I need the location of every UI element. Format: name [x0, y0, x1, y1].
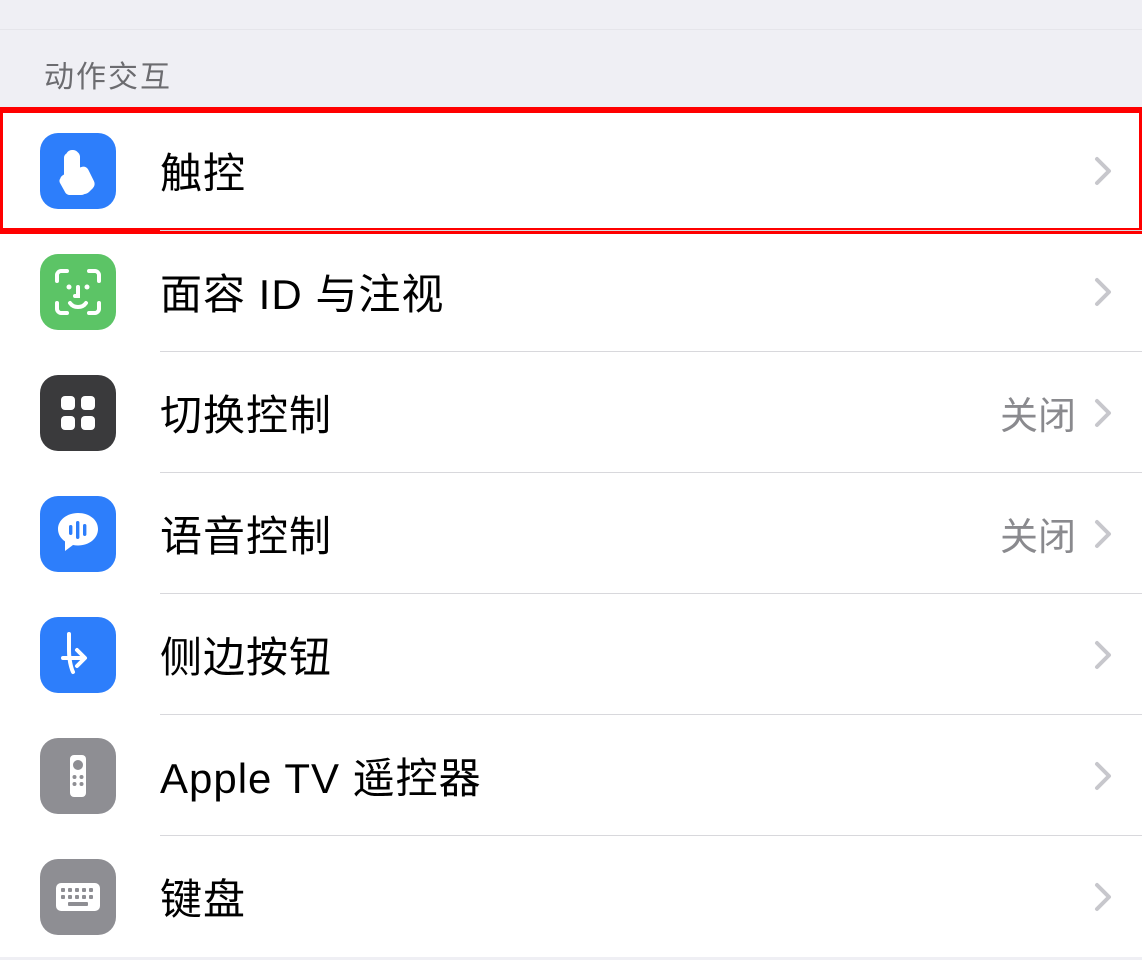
row-label: 侧边按钮	[160, 624, 1094, 685]
chevron-right-icon	[1094, 640, 1112, 670]
settings-list: 触控 面容 ID 与注视	[0, 110, 1142, 957]
row-side-button[interactable]: 侧边按钮	[0, 594, 1142, 715]
voice-control-icon	[40, 496, 116, 572]
row-label: 切换控制	[160, 382, 1000, 443]
touch-icon	[40, 133, 116, 209]
top-spacer	[0, 0, 1142, 30]
chevron-right-icon	[1094, 519, 1112, 549]
row-label: 面容 ID 与注视	[160, 261, 1094, 322]
row-voice-control[interactable]: 语音控制 关闭	[0, 473, 1142, 594]
section-header-label: 动作交互	[44, 61, 172, 94]
row-apple-tv-remote[interactable]: Apple TV 遥控器	[0, 715, 1142, 836]
chevron-right-icon	[1094, 156, 1112, 186]
row-label: Apple TV 遥控器	[160, 745, 1094, 806]
chevron-right-icon	[1094, 398, 1112, 428]
row-face-id[interactable]: 面容 ID 与注视	[0, 231, 1142, 352]
row-keyboard[interactable]: 键盘	[0, 836, 1142, 957]
chevron-right-icon	[1094, 882, 1112, 912]
side-button-icon	[40, 617, 116, 693]
chevron-right-icon	[1094, 277, 1112, 307]
face-id-icon	[40, 254, 116, 330]
row-touch[interactable]: 触控	[0, 110, 1142, 231]
section-header: 动作交互	[0, 30, 1142, 110]
row-switch-control[interactable]: 切换控制 关闭	[0, 352, 1142, 473]
row-label: 触控	[160, 140, 1094, 201]
row-value: 关闭	[1000, 385, 1076, 440]
row-label: 键盘	[160, 866, 1094, 927]
switch-control-icon	[40, 375, 116, 451]
row-value: 关闭	[1000, 506, 1076, 561]
keyboard-icon	[40, 859, 116, 935]
chevron-right-icon	[1094, 761, 1112, 791]
row-label: 语音控制	[160, 503, 1000, 564]
apple-tv-remote-icon	[40, 738, 116, 814]
